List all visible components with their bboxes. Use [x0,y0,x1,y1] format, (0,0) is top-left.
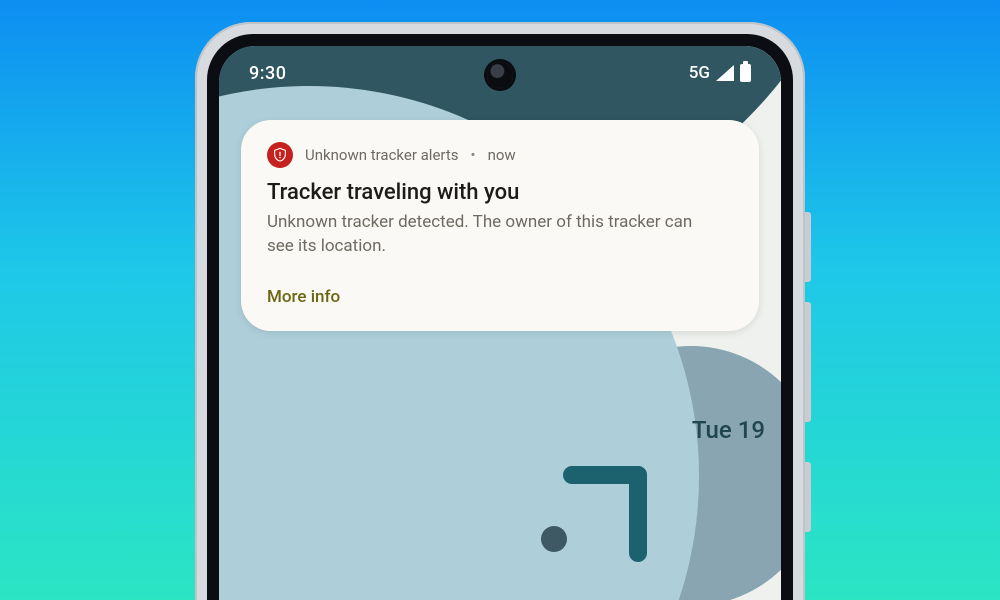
notification-app-name: Unknown tracker alerts [305,146,459,164]
network-label: 5G [689,63,710,83]
backdrop: 9:30 5G Tue 19 [0,0,1000,600]
notification-title: Tracker traveling with you [267,180,733,205]
separator: • [471,146,476,164]
side-button [805,212,811,282]
status-time: 9:30 [249,63,286,84]
battery-icon [740,64,751,82]
screen: 9:30 5G Tue 19 [219,46,781,600]
notification-timestamp: now [488,146,516,164]
more-info-button[interactable]: More info [267,287,340,307]
side-button [805,302,811,422]
shield-alert-icon [267,142,293,168]
wallpaper-shape [541,526,567,552]
device-frame: 9:30 5G Tue 19 [195,22,805,600]
status-indicators: 5G [689,63,751,83]
side-button [805,462,811,532]
notification-card[interactable]: Unknown tracker alerts • now Tracker tra… [241,120,759,331]
lockscreen-date: Tue 19 [692,416,765,444]
device-bezel: 9:30 5G Tue 19 [207,34,793,600]
signal-icon [716,65,734,81]
wallpaper-shape [563,466,647,484]
notification-header: Unknown tracker alerts • now [267,142,733,168]
notification-body: Unknown tracker detected. The owner of t… [267,211,707,259]
camera-punch-hole [487,62,513,88]
